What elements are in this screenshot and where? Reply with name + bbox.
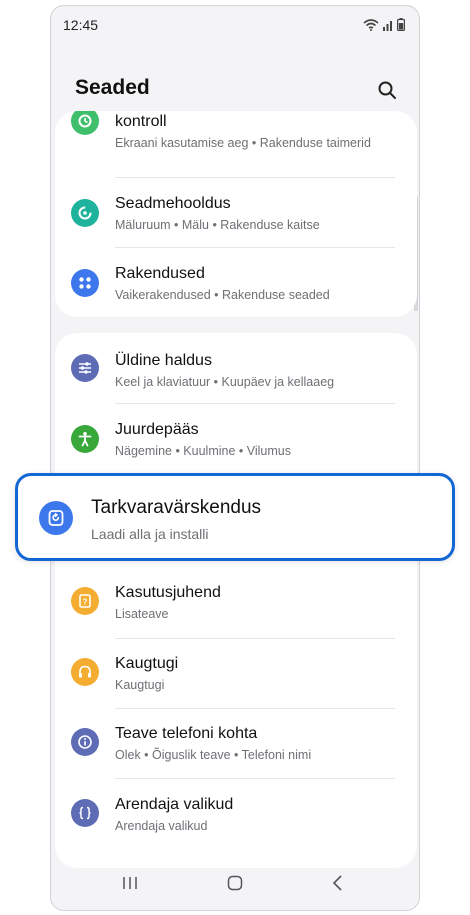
settings-item-title: Teave telefoni kohta — [115, 725, 258, 742]
system-icons — [363, 18, 405, 31]
settings-item-user-manual[interactable]: ? Kasutusjuhend Lisateave — [55, 566, 417, 636]
settings-item-developer-options[interactable]: Arendaja valikud Arendaja valikud — [55, 778, 417, 848]
settings-item-subtitle: Lisateave — [115, 607, 169, 621]
settings-item-subtitle: Nägemine • Kuulmine • Vilumus — [115, 444, 291, 458]
settings-item-general-management[interactable]: Üldine haldus Keel ja klaviatuur • Kuupä… — [55, 333, 417, 403]
settings-item-subtitle: Vaikerakendused • Rakenduse seaded — [115, 288, 330, 302]
settings-item-apps[interactable]: Rakendused Vaikerakendused • Rakenduse s… — [55, 248, 417, 317]
about-phone-icon — [71, 728, 99, 756]
developer-options-icon — [71, 799, 99, 827]
settings-item-digital-wellbeing[interactable]: kontroll Ekraani kasutamise aeg • Rakend… — [55, 111, 417, 165]
back-icon — [332, 875, 342, 891]
general-management-icon — [71, 354, 99, 382]
settings-group-2: Üldine haldus Keel ja klaviatuur • Kuupä… — [55, 333, 417, 868]
home-button[interactable] — [220, 870, 250, 896]
settings-item-subtitle: Kaugtugi — [115, 678, 165, 692]
home-icon — [227, 875, 243, 891]
apps-icon — [71, 269, 99, 297]
settings-item-title: Kaugtugi — [115, 655, 179, 672]
recents-icon — [123, 877, 137, 889]
settings-item-title: Kasutusjuhend — [115, 584, 221, 601]
settings-item-accessibility[interactable]: Juurdepääs Nägemine • Kuulmine • Vilumus — [55, 404, 417, 474]
settings-item-software-update[interactable]: Tarkvaravärskendus Laadi alla ja install… — [15, 473, 455, 561]
settings-item-title: Tarkvaravärskendus — [91, 497, 262, 518]
settings-item-title: Üldine haldus — [115, 352, 212, 369]
device-care-icon — [71, 199, 99, 227]
settings-item-title: kontroll — [115, 113, 167, 130]
settings-item-subtitle: Mäluruum • Mälu • Rakenduse kaitse — [115, 218, 320, 232]
wifi-icon — [363, 18, 379, 31]
user-manual-icon: ? — [71, 587, 99, 615]
recents-button[interactable] — [115, 870, 145, 896]
status-bar: 12:45 — [51, 6, 419, 46]
status-time: 12:45 — [63, 17, 99, 33]
phone-frame: 12:45 Seaded kontroll Ekraani kasutamise… — [50, 5, 420, 911]
svg-text:?: ? — [83, 598, 88, 607]
settings-item-title: Juurdepääs — [115, 421, 199, 438]
remote-support-icon — [71, 658, 99, 686]
settings-item-about-phone[interactable]: Teave telefoni kohta Olek • Õiguslik tea… — [55, 707, 417, 777]
settings-item-title: Seadmehooldus — [115, 195, 231, 212]
software-update-icon — [39, 501, 73, 535]
search-button[interactable] — [373, 76, 401, 104]
settings-group-1: kontroll Ekraani kasutamise aeg • Rakend… — [55, 111, 417, 317]
settings-item-title: Rakendused — [115, 265, 205, 282]
search-icon — [378, 81, 396, 99]
back-button[interactable] — [323, 870, 353, 896]
settings-item-subtitle: Ekraani kasutamise aeg • Rakenduse taime… — [115, 136, 371, 150]
settings-item-subtitle: Laadi alla ja installi — [91, 526, 209, 542]
page-title: Seaded — [75, 76, 150, 99]
settings-item-device-care[interactable]: Seadmehooldus Mäluruum • Mälu • Rakendus… — [55, 178, 417, 248]
settings-item-subtitle: Olek • Õiguslik teave • Telefoni nimi — [115, 748, 312, 762]
signal-icon — [383, 20, 392, 31]
digital-wellbeing-icon — [71, 111, 99, 135]
battery-icon — [397, 18, 405, 31]
settings-item-subtitle: Keel ja klaviatuur • Kuupäev ja kellaaeg — [115, 375, 335, 389]
settings-item-subtitle: Arendaja valikud — [115, 819, 208, 833]
settings-item-title: Arendaja valikud — [115, 796, 234, 813]
accessibility-icon — [71, 425, 99, 453]
navigation-bar — [51, 856, 419, 910]
settings-item-remote-support[interactable]: Kaugtugi Kaugtugi — [55, 637, 417, 707]
